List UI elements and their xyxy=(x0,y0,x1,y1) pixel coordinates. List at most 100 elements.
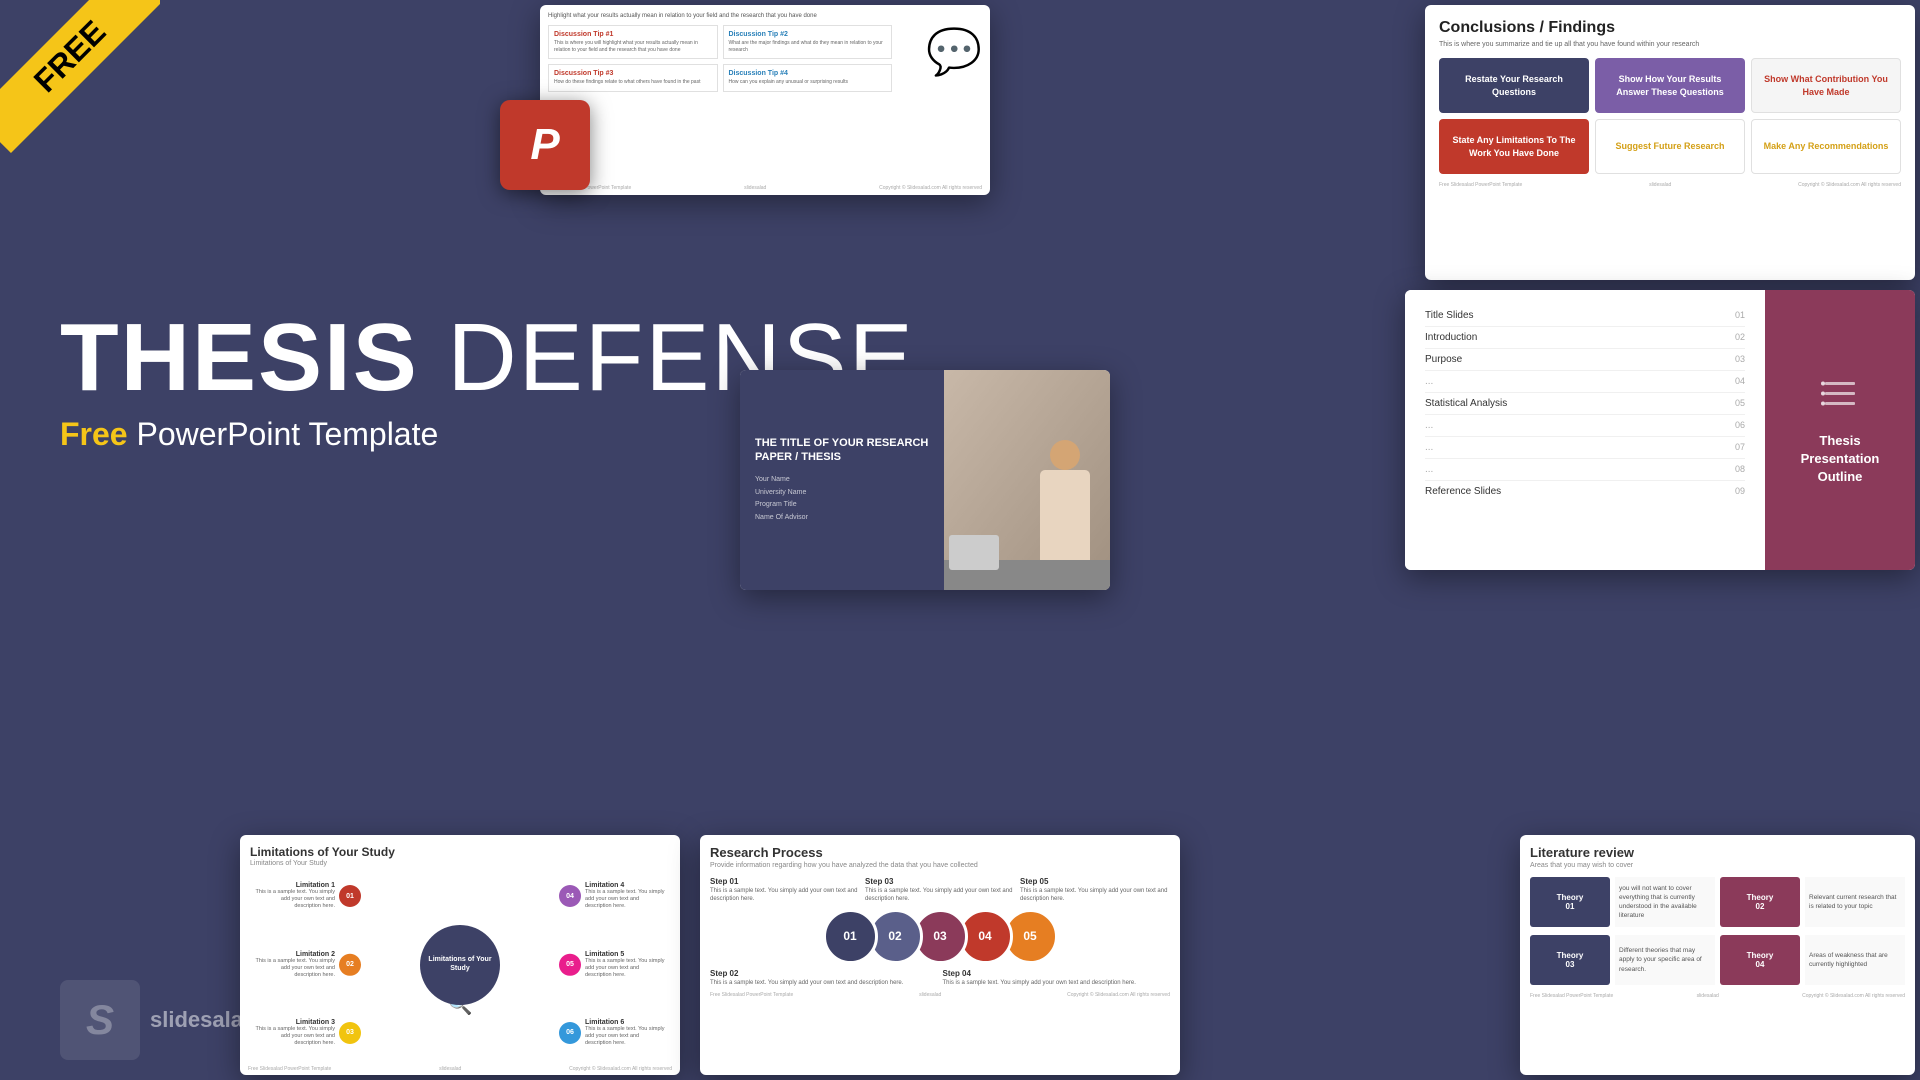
literature-footer: Free Slidesalad PowerPoint Template slid… xyxy=(1530,993,1905,999)
process-step-1: Step 01 This is a sample text. You simpl… xyxy=(710,877,860,904)
discussion-tip3: Discussion Tip #3 How do these findings … xyxy=(548,64,718,92)
conclusions-box4: State Any Limitations To The Work You Ha… xyxy=(1439,119,1589,174)
limitation-node-1: Limitation 1 This is a sample text. You … xyxy=(255,882,361,910)
limitation-node-6: 06 Limitation 6 This is a sample text. Y… xyxy=(559,1019,665,1047)
free-ribbon-label: FREE xyxy=(0,0,160,153)
conclusions-box6: Make Any Recommendations xyxy=(1751,119,1901,174)
research-right-panel xyxy=(944,370,1111,590)
toc-label-8: ... xyxy=(1425,464,1433,475)
ppt-icon-box: P xyxy=(500,100,590,190)
discussion-top-text: Highlight what your results actually mea… xyxy=(548,13,982,19)
toc-row-1: Title Slides 01 xyxy=(1425,305,1745,327)
toc-num-6: 06 xyxy=(1735,420,1745,431)
toc-row-3: Purpose 03 xyxy=(1425,349,1745,371)
conclusions-subtitle: This is where you summarize and tie up a… xyxy=(1439,41,1901,48)
limitation-node-5: 05 Limitation 5 This is a sample text. Y… xyxy=(559,950,665,978)
limitation-node-3: Limitation 3 This is a sample text. You … xyxy=(255,1019,361,1047)
process-footer: Free Slidesalad PowerPoint Template slid… xyxy=(710,992,1170,998)
toc-label-3: Purpose xyxy=(1425,354,1462,365)
conclusions-title: Conclusions / Findings xyxy=(1439,19,1901,37)
toc-row-8: ... 08 xyxy=(1425,459,1745,481)
research-name: Your Name xyxy=(755,474,929,487)
research-advisor: Name Of Advisor xyxy=(755,512,929,525)
limitations-center-label: Limitations of Your Study xyxy=(420,951,500,978)
subtitle-rest: PowerPoint Template xyxy=(128,416,439,452)
process-circles: 01 02 03 04 05 xyxy=(710,909,1170,964)
limitations-title: Limitations of Your Study xyxy=(250,845,670,859)
process-step-2: Step 03 This is a sample text. You simpl… xyxy=(865,877,1015,904)
toc-row-5: Statistical Analysis 05 xyxy=(1425,393,1745,415)
conclusions-box5: Suggest Future Research xyxy=(1595,119,1745,174)
process-step-3: Step 05 This is a sample text. You simpl… xyxy=(1020,877,1170,904)
slide-toc: Title Slides 01 Introduction 02 Purpose … xyxy=(1405,290,1915,570)
slide-literature: Literature review Areas that you may wis… xyxy=(1520,835,1915,1075)
chat-icon: 💬 xyxy=(926,25,982,78)
theory-box-3: Theory03 xyxy=(1530,935,1610,985)
literature-title: Literature review xyxy=(1530,845,1905,860)
theory-desc-4: Areas of weakness that are currently hig… xyxy=(1805,935,1905,985)
toc-label-4: ... xyxy=(1425,376,1433,387)
limitations-footer: Free Slidesalad PowerPoint Template slid… xyxy=(248,1066,672,1072)
limitations-center: Limitations of Your Study xyxy=(420,925,500,1005)
process-subtitle: Provide information regarding how you ha… xyxy=(710,862,1170,869)
toc-label-6: ... xyxy=(1425,420,1433,431)
powerpoint-icon-slide: P xyxy=(490,90,600,200)
limitations-diagram: Limitations of Your Study 🔍 Limitation 1… xyxy=(250,872,670,1057)
toc-row-7: ... 07 xyxy=(1425,437,1745,459)
research-program: Program Title xyxy=(755,499,929,512)
theory-box-1: Theory01 xyxy=(1530,877,1610,927)
brand-icon: S xyxy=(60,980,140,1060)
theory-box-2: Theory02 xyxy=(1720,877,1800,927)
toc-label-9: Reference Slides xyxy=(1425,486,1501,497)
slide-conclusions: Conclusions / Findings This is where you… xyxy=(1425,5,1915,280)
conclusions-box1: Restate Your Research Questions xyxy=(1439,58,1589,113)
process-step-5: Step 04 This is a sample text. You simpl… xyxy=(943,969,1171,988)
process-step-4: Step 02 This is a sample text. You simpl… xyxy=(710,969,938,988)
slide-limitations: Limitations of Your Study Limitations of… xyxy=(240,835,680,1075)
slide-research-paper: THE TITLE OF YOUR RESEARCH PAPER / THESI… xyxy=(740,370,1110,590)
theory-box-4: Theory04 xyxy=(1720,935,1800,985)
free-ribbon: FREE xyxy=(0,0,160,160)
literature-subtitle: Areas that you may wish to cover xyxy=(1530,862,1905,869)
toc-num-3: 03 xyxy=(1735,354,1745,365)
slide-research-process: Research Process Provide information reg… xyxy=(700,835,1180,1075)
brand-logo: S slidesalad xyxy=(60,980,256,1060)
research-left-panel: THE TITLE OF YOUR RESEARCH PAPER / THESI… xyxy=(740,370,944,590)
title-thesis: THESIS xyxy=(60,304,419,411)
discussion-tip1: Discussion Tip #1 This is where you will… xyxy=(548,25,718,59)
toc-num-7: 07 xyxy=(1735,442,1745,453)
toc-row-9: Reference Slides 09 xyxy=(1425,481,1745,502)
discussion-footer: Free Slidesalad PowerPoint Template slid… xyxy=(548,185,982,191)
toc-row-4: ... 04 xyxy=(1425,371,1745,393)
research-university: University Name xyxy=(755,487,929,500)
toc-row-2: Introduction 02 xyxy=(1425,327,1745,349)
toc-label-5: Statistical Analysis xyxy=(1425,398,1507,409)
conclusions-box2: Show How Your Results Answer These Quest… xyxy=(1595,58,1745,113)
conclusions-footer: Free Slidesalad PowerPoint Template slid… xyxy=(1439,182,1901,188)
theory-desc-1: you will not want to cover everything th… xyxy=(1615,877,1715,927)
toc-row-6: ... 06 xyxy=(1425,415,1745,437)
toc-num-8: 08 xyxy=(1735,464,1745,475)
subtitle-free: Free xyxy=(60,416,128,452)
research-paper-title: THE TITLE OF YOUR RESEARCH PAPER / THESI… xyxy=(755,436,929,465)
limitation-node-4: 04 Limitation 4 This is a sample text. Y… xyxy=(559,882,665,910)
toc-num-2: 02 xyxy=(1735,332,1745,343)
limitations-subtitle: Limitations of Your Study xyxy=(250,860,670,867)
toc-num-4: 04 xyxy=(1735,376,1745,387)
conclusions-box3: Show What Contribution You Have Made xyxy=(1751,58,1901,113)
limitation-node-2: Limitation 2 This is a sample text. You … xyxy=(255,950,361,978)
toc-list: Title Slides 01 Introduction 02 Purpose … xyxy=(1405,290,1765,570)
toc-label-7: ... xyxy=(1425,442,1433,453)
toc-right-panel: Thesis Presentation Outline xyxy=(1765,290,1915,570)
slide-discussion: Highlight what your results actually mea… xyxy=(540,5,990,195)
theory-desc-2: Relevant current research that is relate… xyxy=(1805,877,1905,927)
toc-label-2: Introduction xyxy=(1425,332,1477,343)
toc-right-title: Thesis Presentation Outline xyxy=(1780,432,1900,487)
ppt-letter: P xyxy=(530,120,559,170)
toc-num-9: 09 xyxy=(1735,486,1745,497)
theory-desc-3: Different theories that may apply to you… xyxy=(1615,935,1715,985)
discussion-tip2: Discussion Tip #2 What are the major fin… xyxy=(723,25,893,59)
toc-num-5: 05 xyxy=(1735,398,1745,409)
toc-num-1: 01 xyxy=(1735,310,1745,321)
toc-label-1: Title Slides xyxy=(1425,310,1474,321)
